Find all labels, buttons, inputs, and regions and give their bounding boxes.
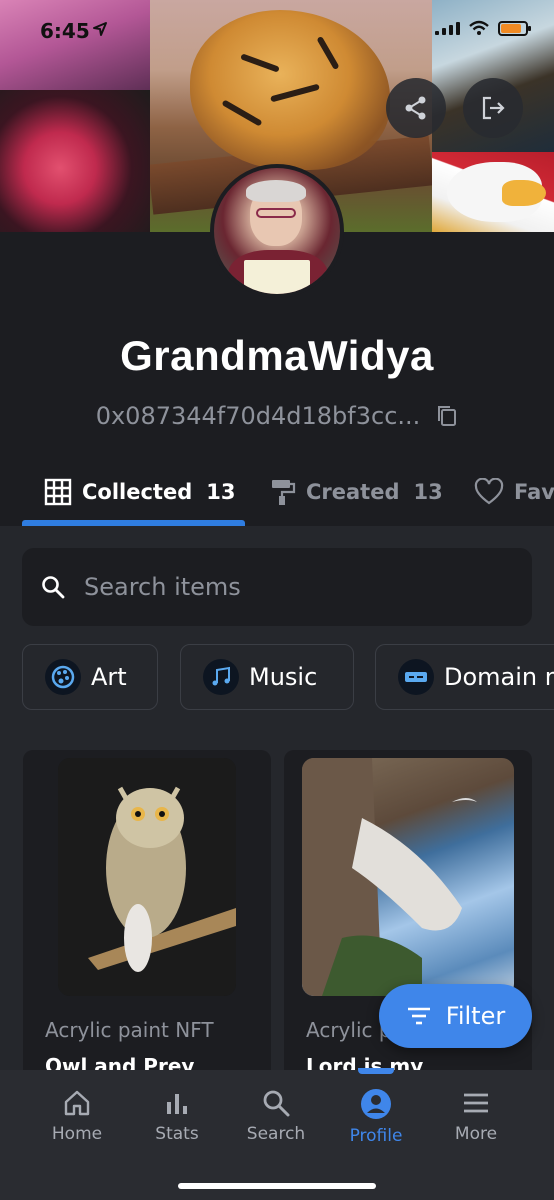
share-icon: [405, 96, 426, 120]
item-image: [302, 758, 514, 996]
search-bar[interactable]: [22, 548, 532, 626]
music-icon: [203, 659, 239, 695]
category-chip-art-label: Art: [91, 663, 127, 691]
tab-favorites-label: Fav: [514, 480, 554, 504]
wallet-address: 0x087344f70d4d18bf3cc...: [95, 402, 421, 430]
nav-profile[interactable]: Profile: [326, 1088, 426, 1146]
tab-created[interactable]: Created 13: [270, 458, 443, 526]
bottom-nav: Home Stats Search Profile More: [0, 1068, 554, 1200]
tab-collected-label: Collected: [82, 480, 193, 504]
copy-icon[interactable]: [436, 404, 458, 428]
filter-button-label: Filter: [445, 1002, 506, 1030]
search-icon: [263, 1090, 290, 1117]
search-input[interactable]: [84, 573, 504, 601]
banner-eagle-head-painting: [432, 152, 554, 232]
nav-home[interactable]: Home: [27, 1088, 127, 1144]
item-image: [58, 758, 236, 996]
profile-icon: [361, 1089, 391, 1119]
home-icon: [64, 1090, 90, 1116]
item-collection: Acrylic paint NFT: [45, 1018, 214, 1042]
battery-icon: [498, 20, 531, 36]
category-chip-art[interactable]: Art: [22, 644, 158, 710]
active-nav-indicator: [358, 1068, 394, 1074]
status-time: 6:45: [40, 19, 90, 43]
tab-collected[interactable]: Collected 13: [44, 458, 235, 526]
menu-icon: [464, 1093, 488, 1113]
item-card[interactable]: Acrylic paint NFT Owl and Prey: [23, 750, 271, 1070]
category-chip-music[interactable]: Music: [180, 644, 354, 710]
grid-icon: [44, 478, 72, 506]
avatar[interactable]: [210, 164, 344, 298]
logout-button[interactable]: [463, 78, 523, 138]
nav-search[interactable]: Search: [226, 1088, 326, 1144]
share-button[interactable]: [386, 78, 446, 138]
search-icon: [42, 576, 65, 599]
category-chip-domain[interactable]: Domain n: [375, 644, 554, 710]
location-arrow-icon: [93, 22, 107, 36]
banner-tulip-painting: [0, 90, 150, 232]
nav-stats[interactable]: Stats: [127, 1088, 227, 1144]
cellular-signal-icon: [435, 21, 460, 35]
item-title: Owl and Prey: [45, 1054, 195, 1070]
nav-home-label: Home: [51, 1124, 103, 1144]
art-icon: [45, 659, 81, 695]
home-indicator: [178, 1183, 376, 1189]
status-bar: 6:45: [0, 0, 554, 56]
tab-created-count: 13: [413, 480, 443, 504]
category-chip-music-label: Music: [249, 663, 318, 691]
category-chip-domain-label: Domain n: [444, 663, 554, 691]
heart-icon: [474, 478, 504, 505]
profile-tabs: Collected 13 Created 13 Fav: [0, 458, 554, 526]
filter-button[interactable]: Filter: [379, 984, 532, 1048]
nav-profile-label: Profile: [349, 1126, 403, 1146]
paint-roller-icon: [272, 480, 296, 505]
filter-icon: [407, 1007, 430, 1025]
nav-search-label: Search: [246, 1124, 306, 1144]
tab-favorites[interactable]: Fav: [474, 458, 554, 526]
domain-icon: [398, 659, 434, 695]
nav-more-label: More: [454, 1124, 498, 1144]
battery-level: [501, 23, 522, 33]
logout-icon: [482, 96, 505, 120]
wallet-address-row: 0x087344f70d4d18bf3cc...: [0, 402, 554, 430]
wifi-icon: [469, 20, 489, 35]
username: GrandmaWidya: [120, 332, 434, 379]
tab-collected-count: 13: [206, 480, 236, 504]
nav-stats-label: Stats: [155, 1124, 199, 1144]
tab-created-label: Created: [306, 480, 400, 504]
stats-icon: [167, 1094, 187, 1114]
nav-more[interactable]: More: [426, 1088, 526, 1144]
